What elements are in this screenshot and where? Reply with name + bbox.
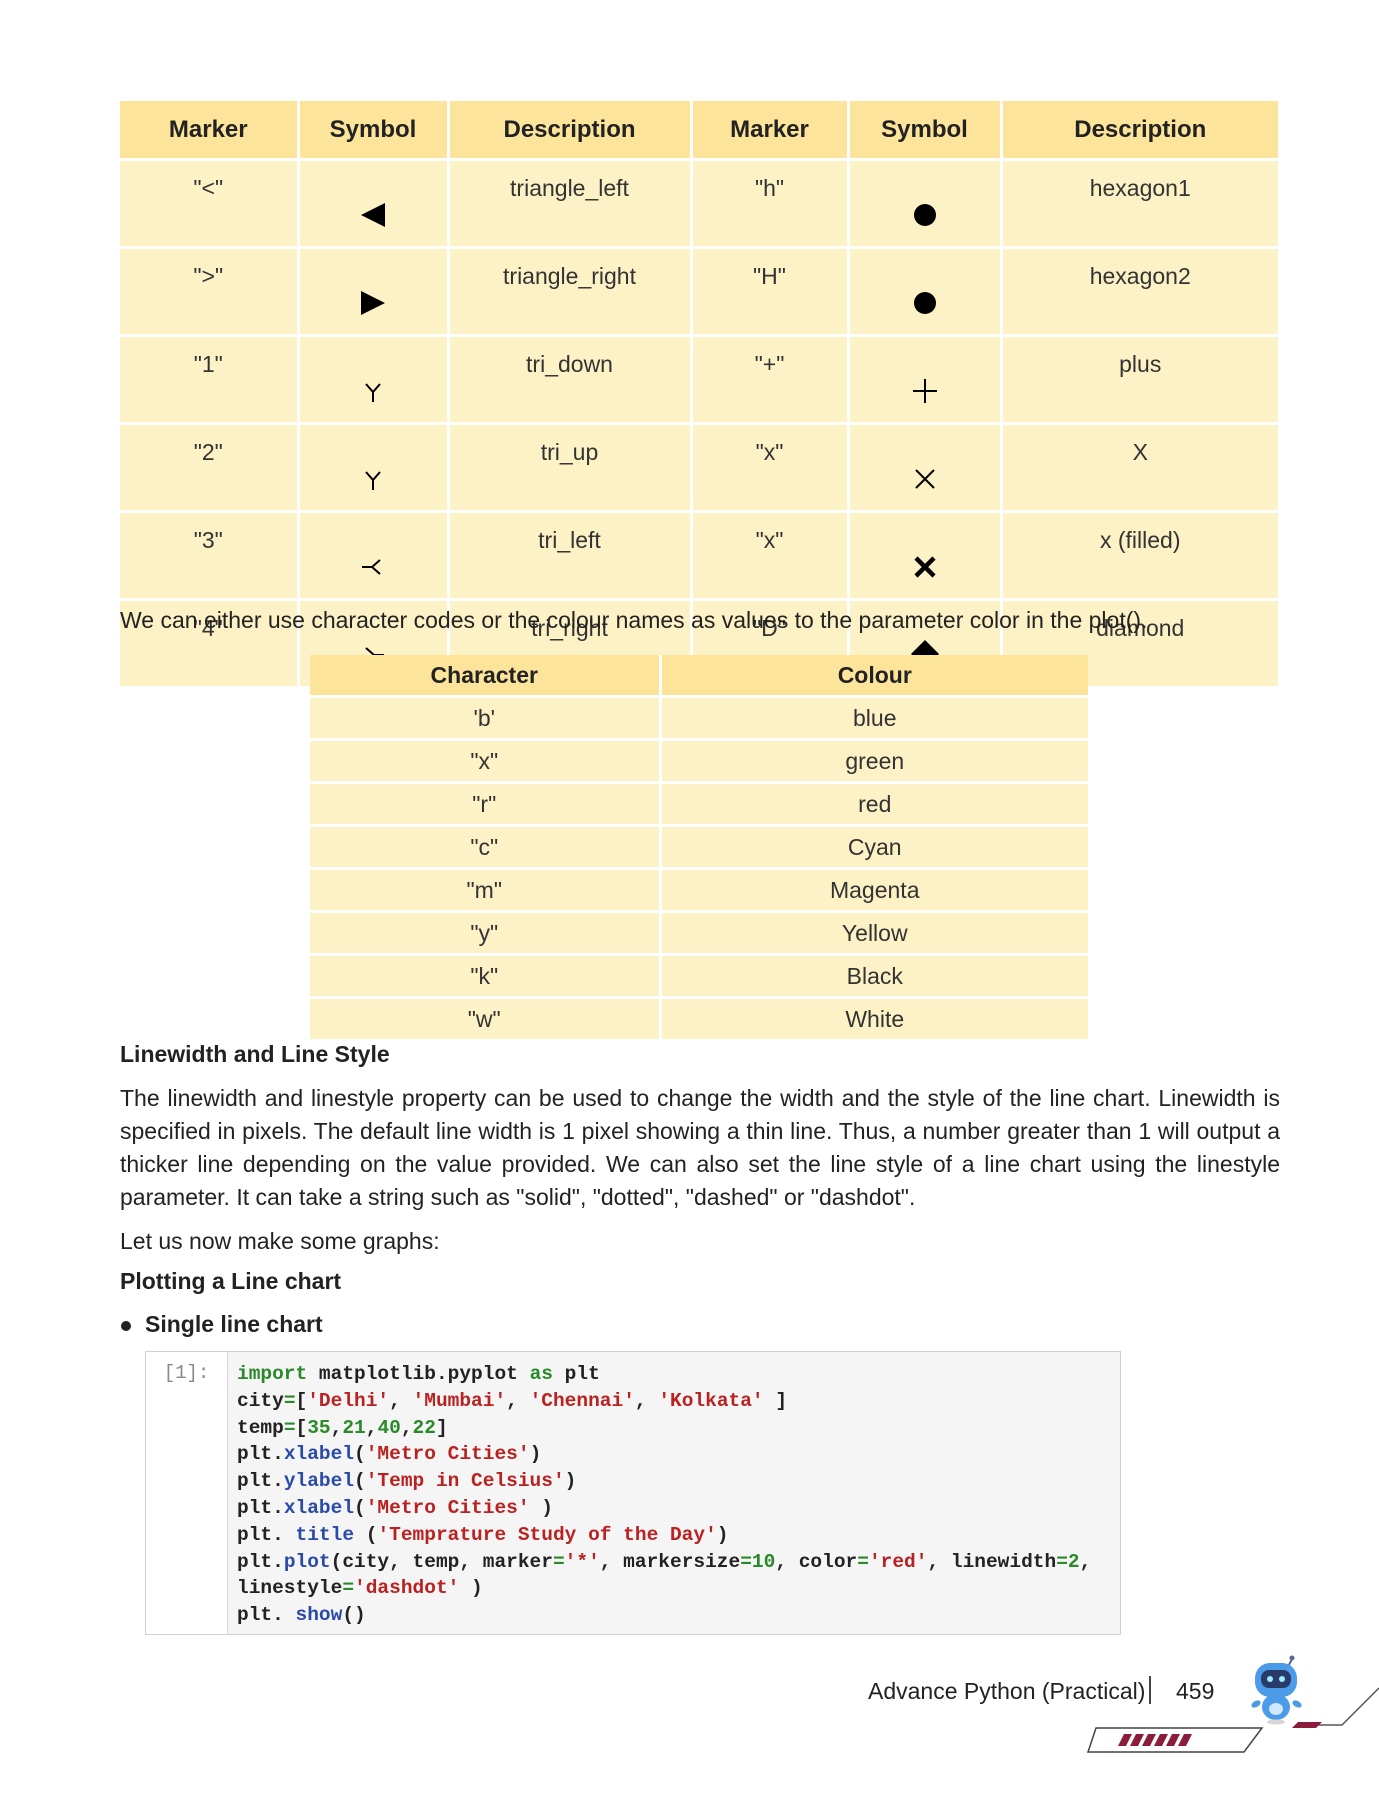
robot-mascot-icon: [1251, 1655, 1302, 1725]
footer-decoration: [1086, 1655, 1379, 1753]
